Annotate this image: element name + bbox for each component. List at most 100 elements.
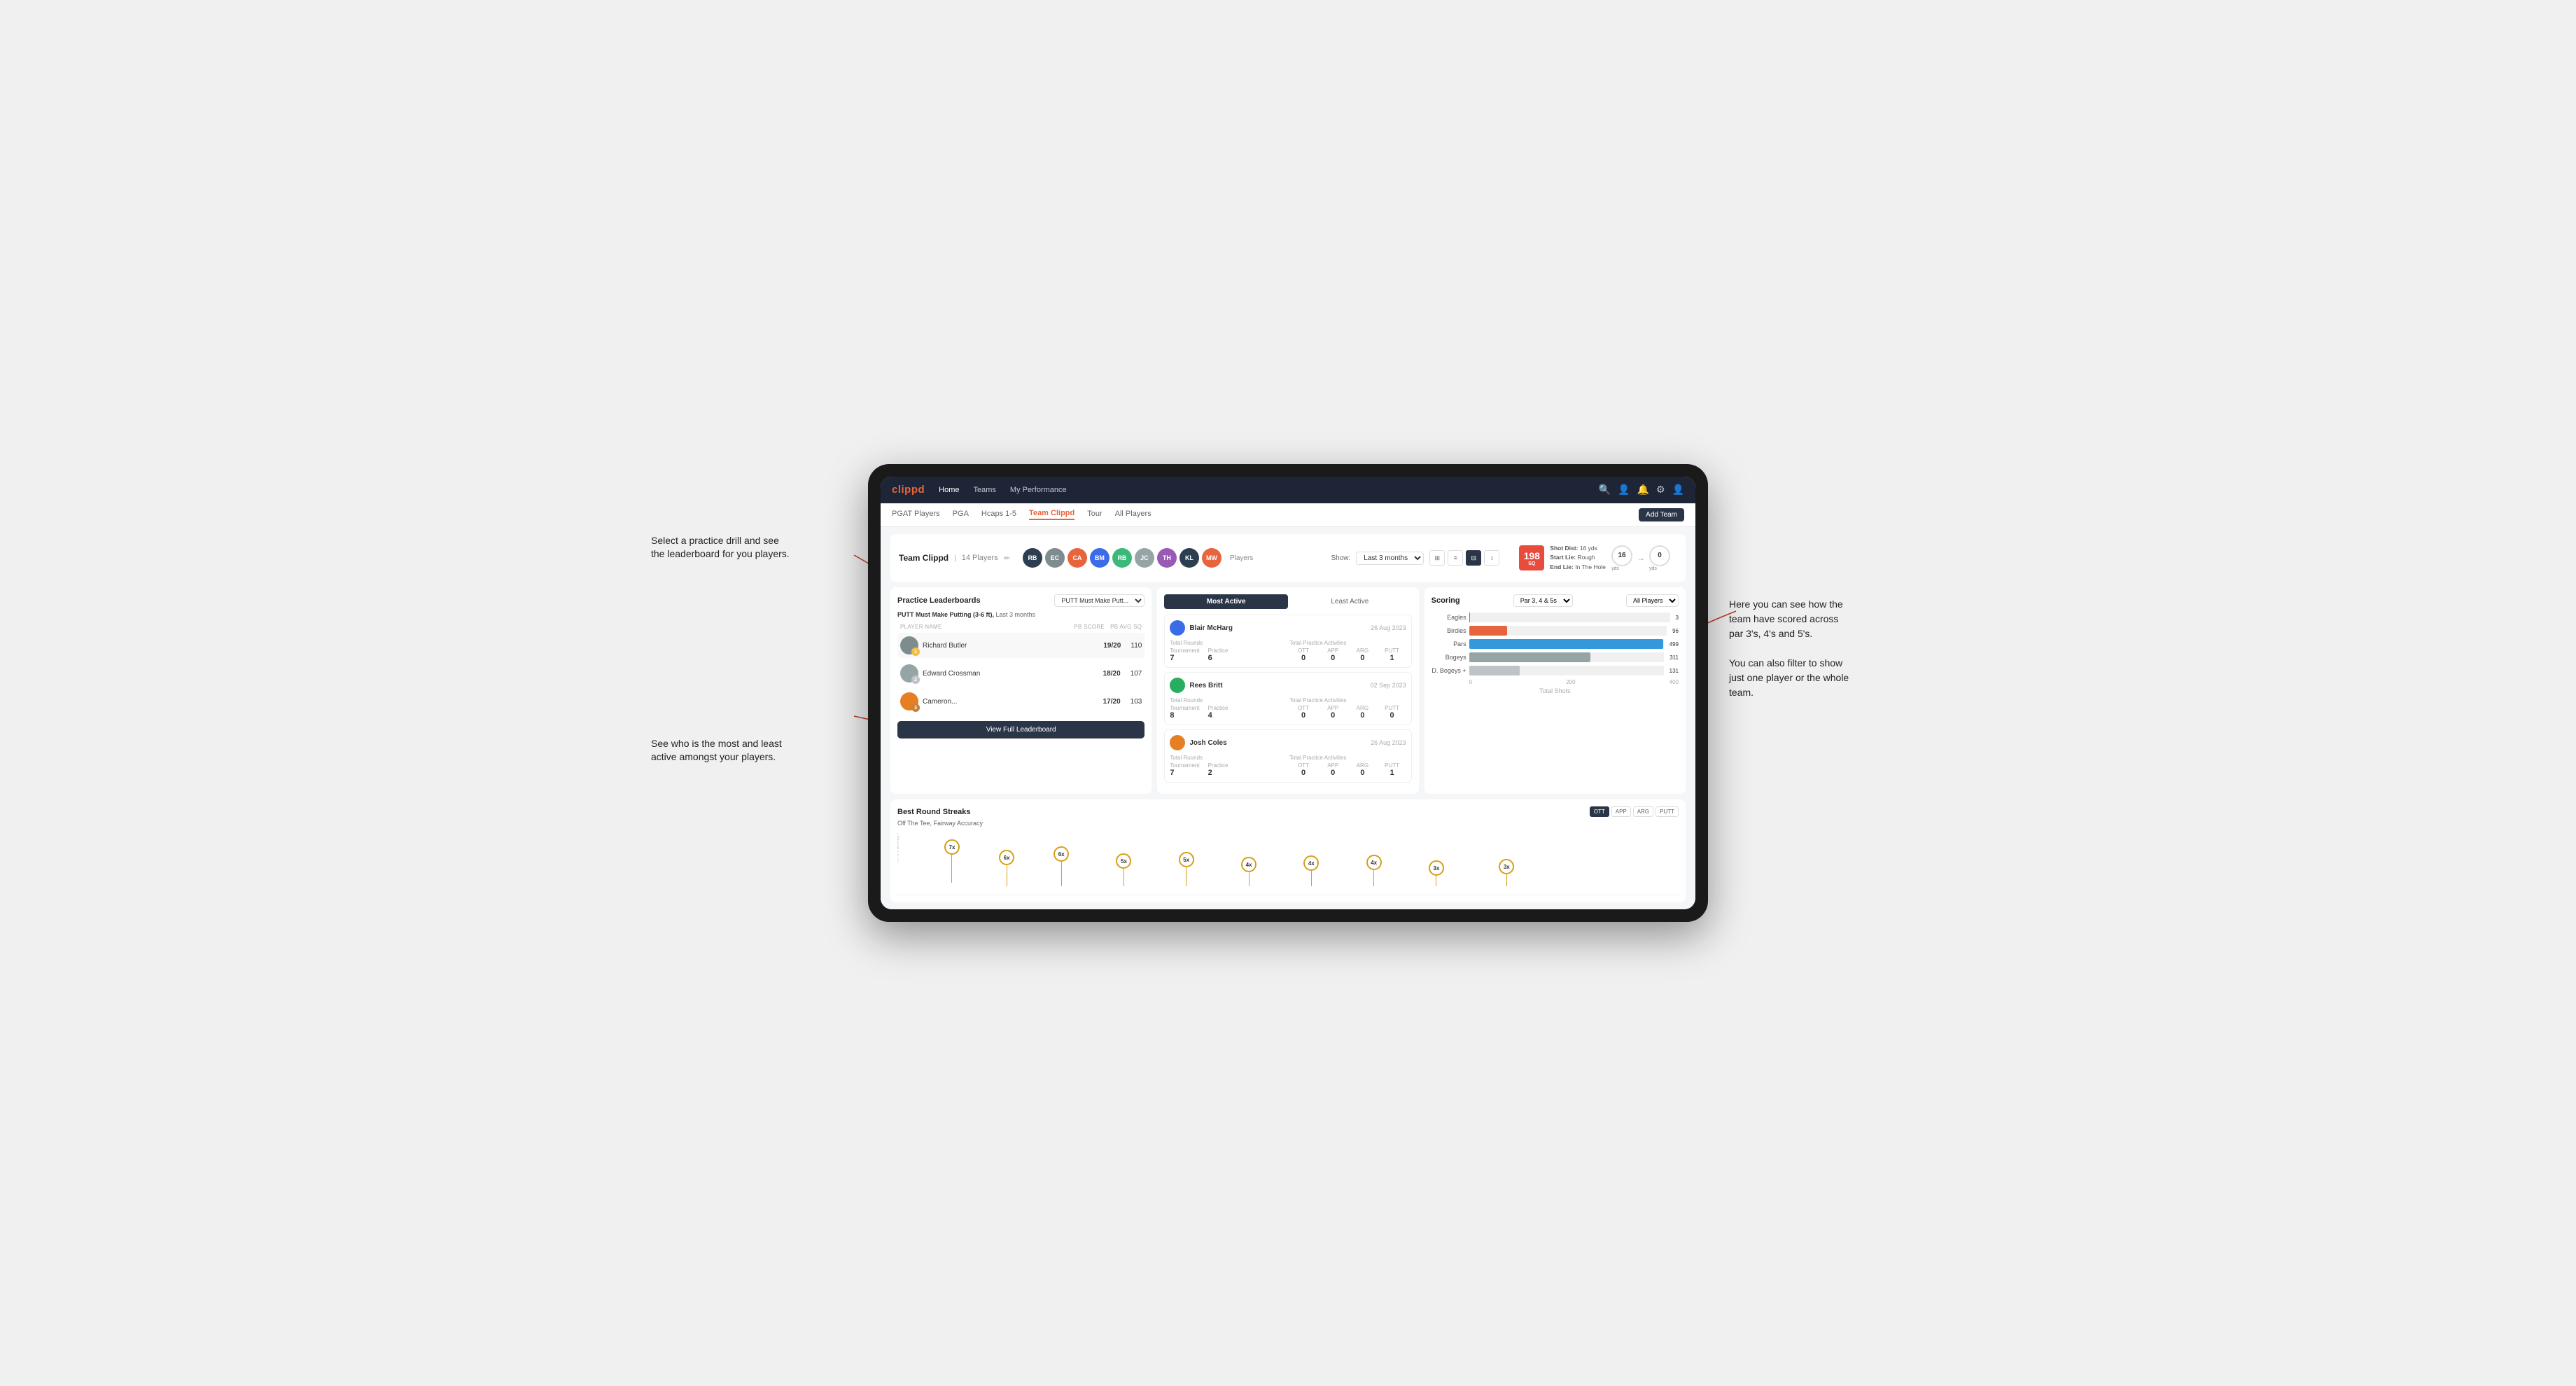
activity-card-header-3: Josh Coles 26 Aug 2023 bbox=[1170, 735, 1406, 750]
streak-ott-btn[interactable]: OTT bbox=[1590, 806, 1609, 817]
streak-bubble-3: 6x bbox=[1054, 846, 1069, 862]
bar-row-dbogeys: D. Bogeys + 131 bbox=[1432, 666, 1679, 676]
sub-nav: PGAT Players PGA Hcaps 1-5 Team Clippd T… bbox=[881, 503, 1695, 527]
streaks-header: Best Round Streaks OTT APP ARG PUTT bbox=[897, 806, 1679, 817]
edit-icon[interactable]: ✏ bbox=[1004, 554, 1010, 563]
view-full-leaderboard-button[interactable]: View Full Leaderboard bbox=[897, 721, 1144, 738]
subnav-team-clippd[interactable]: Team Clippd bbox=[1029, 509, 1074, 520]
bar-container-birdies bbox=[1469, 626, 1667, 636]
activity-avatar-1 bbox=[1170, 620, 1185, 636]
avatar-6: JC bbox=[1135, 548, 1154, 568]
streak-putt-btn[interactable]: PUTT bbox=[1656, 806, 1679, 817]
subnav-pgat[interactable]: PGAT Players bbox=[892, 510, 940, 519]
subnav-all-players[interactable]: All Players bbox=[1115, 510, 1152, 519]
streak-bubble-2: 6x bbox=[999, 850, 1014, 865]
nav-home[interactable]: Home bbox=[939, 486, 959, 494]
lb-row: 2 Edward Crossman 18/20 107 bbox=[897, 661, 1144, 686]
bell-icon[interactable]: 🔔 bbox=[1637, 484, 1649, 496]
bar-row-birdies: Birdies 96 bbox=[1432, 626, 1679, 636]
scoring-panel: Scoring Par 3, 4 & 5s Par 3s Par 4s Par … bbox=[1424, 587, 1686, 794]
bar-value-birdies: 96 bbox=[1672, 628, 1679, 634]
least-active-tab[interactable]: Least Active bbox=[1288, 594, 1412, 609]
yds-right-circle: 0 bbox=[1649, 545, 1670, 566]
avatar-9: MW bbox=[1202, 548, 1222, 568]
axis-200: 200 bbox=[1566, 679, 1575, 685]
lb-score-2: 18/20 bbox=[1103, 670, 1121, 678]
lb-score-3: 17/20 bbox=[1103, 698, 1121, 706]
drill-select[interactable]: PUTT Must Make Putt... bbox=[1054, 594, 1144, 607]
lb-row: 3 Cameron... 17/20 103 bbox=[897, 689, 1144, 714]
bar-value-bogeys: 311 bbox=[1670, 654, 1679, 661]
streak-bubble-7: 4x bbox=[1303, 855, 1319, 871]
streak-node-8: 4x bbox=[1366, 855, 1382, 886]
streaks-title: Best Round Streaks bbox=[897, 808, 971, 816]
bar-fill-eagles bbox=[1469, 612, 1471, 622]
search-icon[interactable]: 🔍 bbox=[1599, 484, 1611, 496]
grid-view-btn[interactable]: ⊞ bbox=[1429, 550, 1445, 566]
activity-name-3: Josh Coles bbox=[1189, 739, 1226, 747]
streak-node-10: 3x bbox=[1499, 859, 1514, 886]
lb-avg-2: 107 bbox=[1130, 670, 1142, 678]
scoring-filter-par[interactable]: Par 3, 4 & 5s Par 3s Par 4s Par 5s bbox=[1513, 594, 1573, 607]
streaks-buttons: OTT APP ARG PUTT bbox=[1590, 806, 1679, 817]
streak-node-9: 3x bbox=[1429, 860, 1444, 886]
scoring-title: Scoring bbox=[1432, 596, 1460, 605]
sort-btn[interactable]: ↕ bbox=[1484, 550, 1499, 566]
activity-card-2: Rees Britt 02 Sep 2023 Total Rounds Tour… bbox=[1164, 672, 1411, 725]
subnav-pga[interactable]: PGA bbox=[953, 510, 969, 519]
activity-panel: Most Active Least Active Blair McHarg 26… bbox=[1157, 587, 1418, 794]
activity-stats-2: Total Rounds Tournament 8 Practice bbox=[1170, 697, 1406, 720]
add-team-button[interactable]: Add Team bbox=[1639, 508, 1684, 522]
nav-my-performance[interactable]: My Performance bbox=[1010, 486, 1067, 494]
settings-icon[interactable]: ⚙ bbox=[1656, 484, 1665, 496]
bronze-badge: 3 bbox=[911, 704, 920, 712]
axis-0: 0 bbox=[1469, 679, 1472, 685]
show-select[interactable]: Last 3 months Last 6 months Last year bbox=[1356, 552, 1424, 565]
activity-stats-1: Total Rounds Tournament 7 Practice bbox=[1170, 640, 1406, 662]
streak-node-3: 6x bbox=[1054, 846, 1069, 886]
annotation-right: Here you can see how the team have score… bbox=[1729, 597, 1939, 700]
arrow-icon: → bbox=[1637, 553, 1645, 563]
three-col-grid: Practice Leaderboards PUTT Must Make Put… bbox=[890, 587, 1686, 794]
user-icon[interactable]: 👤 bbox=[1618, 484, 1630, 496]
streak-bubble-9: 3x bbox=[1429, 860, 1444, 876]
nav-teams[interactable]: Teams bbox=[974, 486, 996, 494]
bar-row-pars: Pars 499 bbox=[1432, 639, 1679, 649]
avatar-5: RB bbox=[1112, 548, 1132, 568]
top-nav: clippd Home Teams My Performance 🔍 👤 🔔 ⚙… bbox=[881, 477, 1695, 503]
bar-fill-pars bbox=[1469, 639, 1663, 649]
streak-bubble-8: 4x bbox=[1366, 855, 1382, 870]
bar-container-eagles bbox=[1469, 612, 1670, 622]
streak-arg-btn[interactable]: ARG bbox=[1633, 806, 1653, 817]
annotation-top-left: Select a practice drill and see the lead… bbox=[651, 534, 854, 561]
scoring-filter-player[interactable]: All Players bbox=[1626, 594, 1679, 607]
lb-avatar-3: 3 bbox=[900, 692, 918, 710]
bar-chart: Eagles 3 Birdies bbox=[1432, 612, 1679, 676]
streak-node-7: 4x bbox=[1303, 855, 1319, 886]
bar-value-dbogeys: 131 bbox=[1670, 668, 1679, 674]
scoring-header: Scoring Par 3, 4 & 5s Par 3s Par 4s Par … bbox=[1432, 594, 1679, 607]
subnav-hcaps[interactable]: Hcaps 1-5 bbox=[981, 510, 1016, 519]
bar-label-eagles: Eagles bbox=[1432, 614, 1466, 621]
avatar-3: CA bbox=[1068, 548, 1087, 568]
avatar-2: EC bbox=[1045, 548, 1065, 568]
card-view-btn[interactable]: ⊟ bbox=[1466, 550, 1481, 566]
annotation-bottom-left: See who is the most and least active amo… bbox=[651, 737, 854, 764]
streak-node-2: 6x bbox=[999, 850, 1014, 886]
shot-thumbnail: 198 SQ Shot Dist: 16 yds Start Lie: Roug… bbox=[1512, 540, 1677, 577]
bar-fill-birdies bbox=[1469, 626, 1507, 636]
list-view-btn[interactable]: ≡ bbox=[1448, 550, 1463, 566]
tablet-frame: clippd Home Teams My Performance 🔍 👤 🔔 ⚙… bbox=[868, 464, 1708, 923]
activity-card-1: Blair McHarg 26 Aug 2023 Total Rounds To… bbox=[1164, 615, 1411, 668]
avatar-icon[interactable]: 👤 bbox=[1672, 484, 1684, 496]
streak-bubble-1: 7x bbox=[944, 839, 960, 855]
players-label: Players bbox=[1230, 554, 1253, 562]
lb-avg-3: 103 bbox=[1130, 698, 1142, 706]
lb-table-header: PLAYER NAME PB SCORE PB AVG SQ bbox=[897, 624, 1144, 630]
most-active-tab[interactable]: Most Active bbox=[1164, 594, 1288, 609]
streak-node-5: 5x bbox=[1179, 852, 1194, 886]
bar-label-dbogeys: D. Bogeys + bbox=[1432, 667, 1466, 674]
gold-badge: 1 bbox=[911, 648, 920, 656]
subnav-tour[interactable]: Tour bbox=[1087, 510, 1102, 519]
streak-app-btn[interactable]: APP bbox=[1611, 806, 1631, 817]
